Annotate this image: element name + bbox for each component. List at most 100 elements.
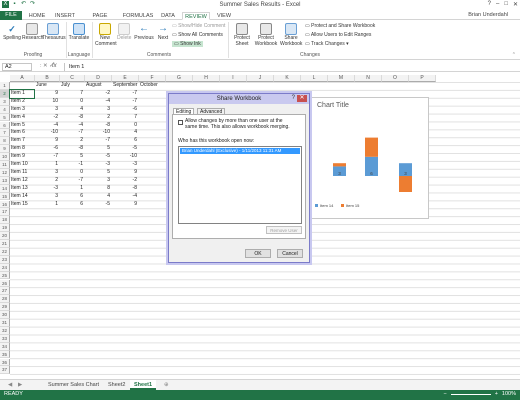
column-header[interactable]: J [247,75,274,82]
close-button[interactable]: ✕ [513,1,518,8]
zoom-level[interactable]: 100% [502,391,516,397]
row-header[interactable]: 16 [0,200,10,209]
zoom-in-button[interactable]: + [495,391,498,397]
row-header[interactable]: 26 [0,279,10,288]
data-cell[interactable]: 4 [60,106,84,114]
data-cell[interactable]: -10 [85,129,111,137]
data-cell[interactable]: 0 [60,98,84,106]
allow-changes-checkbox[interactable] [178,120,183,125]
row-header[interactable]: 25 [0,271,10,280]
next-comment-button[interactable]: → Next [156,23,170,42]
row-header[interactable]: 7 [0,129,10,138]
data-cell[interactable]: 8 [85,185,111,193]
row-header[interactable]: 17 [0,208,10,217]
maximize-button[interactable]: □ [504,1,508,8]
column-header[interactable]: N [355,75,382,82]
column-header[interactable]: H [193,75,220,82]
row-label-cell[interactable]: Item 7 [10,137,34,145]
show-all-comments-button[interactable]: ▭ Show All Comments [172,32,223,38]
users-list[interactable]: Brian Underdahl (Exclusive) - 1/11/2013 … [178,146,302,224]
add-sheet-icon[interactable]: ⊕ [160,380,173,390]
column-header[interactable]: P [409,75,436,82]
protect-workbook-button[interactable]: Protect Workbook [254,23,278,47]
row-header[interactable]: 33 [0,334,10,343]
data-cell[interactable]: -4 [60,122,84,130]
allow-changes-label[interactable]: Allow changes by more than one user at t… [185,118,295,130]
bar-item-15[interactable] [399,176,412,192]
row-header[interactable]: 8 [0,137,10,146]
show-hide-comment-button[interactable]: ▭ Show/Hide Comment [172,23,225,29]
data-cell[interactable]: -5 [85,153,111,161]
row-label-cell[interactable]: Item 8 [10,145,34,153]
thesaurus-button[interactable]: Thesaurus [42,23,66,42]
insert-function-button[interactable]: fx [52,63,57,69]
row-header[interactable]: 31 [0,319,10,327]
column-header[interactable]: I [220,75,247,82]
row-header[interactable]: 37 [0,366,10,375]
cancel-button[interactable]: Cancel [277,249,303,258]
column-header[interactable]: L [301,75,328,82]
row-label-cell[interactable]: Item 11 [10,169,34,177]
row-label-cell[interactable]: Item 6 [10,129,34,137]
column-header[interactable]: A [10,75,35,82]
data-cell[interactable]: 9 [35,137,59,145]
row-header[interactable]: 18 [0,216,10,225]
data-cell[interactable]: 5 [60,153,84,161]
data-cell[interactable]: -6 [35,145,59,153]
column-label-cell[interactable]: October [139,82,163,90]
legend-entry[interactable]: Item 14 [320,203,334,208]
tab-home[interactable]: HOME [26,12,48,20]
data-cell[interactable]: 3 [35,193,59,201]
bar-item-15[interactable] [333,163,346,167]
show-ink-button[interactable]: ▭ Show Ink [172,41,203,47]
column-header[interactable]: E [112,75,139,82]
tab-page-layout[interactable]: PAGE LAYOUT [82,12,118,27]
row-label-cell[interactable]: Item 2 [10,98,34,106]
column-header[interactable]: K [274,75,301,82]
new-comment-button[interactable]: New Comment [95,23,117,47]
tab-insert[interactable]: INSERT [52,12,78,20]
row-header[interactable]: 5 [0,113,10,122]
column-label-cell[interactable]: August [85,82,109,90]
data-cell[interactable]: 6 [60,201,84,209]
bar-item-15[interactable] [365,137,378,157]
data-cell[interactable]: 5 [85,169,111,177]
data-cell[interactable]: -2 [112,177,138,185]
row-label-cell[interactable]: Item 5 [10,122,34,130]
minimize-button[interactable]: – [496,1,499,8]
data-cell[interactable]: 5 [85,145,111,153]
row-header[interactable]: 27 [0,287,10,296]
translate-button[interactable]: Translate [68,23,90,42]
column-label-cell[interactable]: June [35,82,59,90]
data-cell[interactable]: -1 [60,161,84,169]
previous-comment-button[interactable]: ← Previous [133,23,155,42]
row-header[interactable]: 28 [0,295,10,304]
row-header[interactable]: 13 [0,176,10,185]
data-cell[interactable]: -5 [85,201,111,209]
tab-formulas[interactable]: FORMULAS [122,12,154,20]
data-cell[interactable]: -3 [85,161,111,169]
data-cell[interactable]: 1 [35,161,59,169]
data-cell[interactable]: 2 [35,177,59,185]
share-workbook-button[interactable]: Share Workbook [280,23,302,47]
column-label-cell[interactable]: July [60,82,84,90]
row-label-cell[interactable]: Item 10 [10,161,34,169]
row-header[interactable]: 11 [0,161,10,169]
help-button[interactable]: ? [488,1,491,8]
data-cell[interactable]: -7 [35,153,59,161]
row-header[interactable]: 30 [0,311,10,319]
row-header[interactable]: 29 [0,303,10,312]
data-cell[interactable]: -4 [35,122,59,130]
row-header[interactable]: 9 [0,145,10,154]
data-cell[interactable]: -4 [112,193,138,201]
track-changes-button[interactable]: ▭ Track Changes ▾ [305,41,349,47]
row-label-cell[interactable]: Item 3 [10,106,34,114]
row-header[interactable]: 24 [0,263,10,272]
ok-button[interactable]: OK [245,249,271,258]
row-header[interactable]: 21 [0,240,10,248]
column-label-cell[interactable]: September [112,82,140,90]
data-cell[interactable]: -7 [60,177,84,185]
row-header[interactable]: 36 [0,358,10,367]
data-cell[interactable]: -3 [35,185,59,193]
tab-data[interactable]: DATA [158,12,178,20]
